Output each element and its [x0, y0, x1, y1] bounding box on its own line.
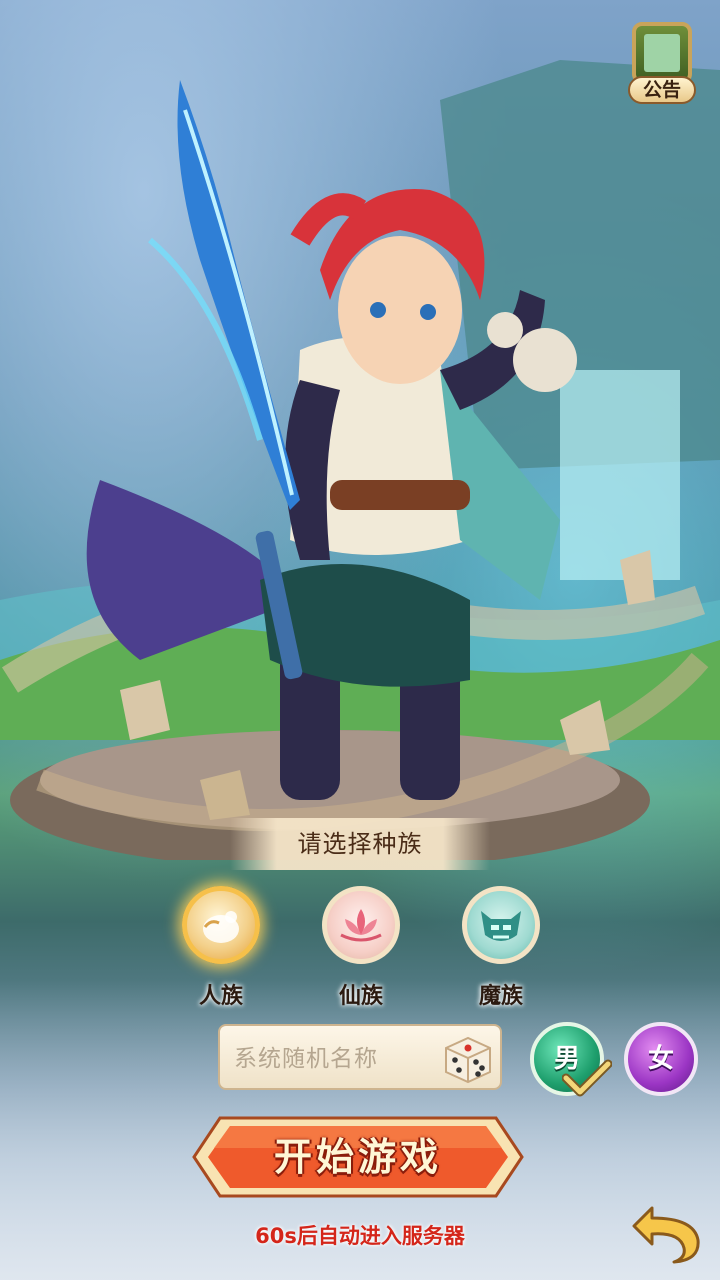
race-option-demon[interactable]: 魔族 — [446, 886, 556, 1014]
hero-character-art — [0, 60, 720, 860]
human-race-icon — [182, 886, 260, 964]
start-game-button[interactable]: 开始游戏 — [190, 1110, 526, 1204]
dice-icon[interactable] — [440, 1032, 494, 1086]
gender-female-button[interactable]: 女 — [624, 1022, 698, 1096]
auto-enter-countdown: 60s后自动进入服务器 — [255, 1224, 465, 1248]
notice-button[interactable]: 公告 — [622, 18, 702, 106]
checkmark-icon — [562, 1059, 612, 1097]
name-input[interactable]: 系统随机名称 — [218, 1024, 502, 1090]
start-game-label: 开始游戏 — [273, 1135, 442, 1179]
back-arrow-icon[interactable] — [630, 1198, 706, 1268]
race-label-human: 人族 — [198, 984, 243, 1009]
race-label-demon: 魔族 — [478, 984, 523, 1009]
demon-mask-icon — [462, 886, 540, 964]
race-select-title: 请选择种族 — [230, 818, 490, 870]
race-option-human[interactable]: 人族 — [166, 886, 276, 1014]
scroll-icon — [632, 22, 692, 84]
notice-label: 公告 — [628, 76, 696, 104]
lotus-icon — [322, 886, 400, 964]
race-label-fairy: 仙族 — [338, 984, 383, 1009]
name-input-placeholder: 系统随机名称 — [234, 1046, 378, 1072]
race-option-fairy[interactable]: 仙族 — [306, 886, 416, 1014]
